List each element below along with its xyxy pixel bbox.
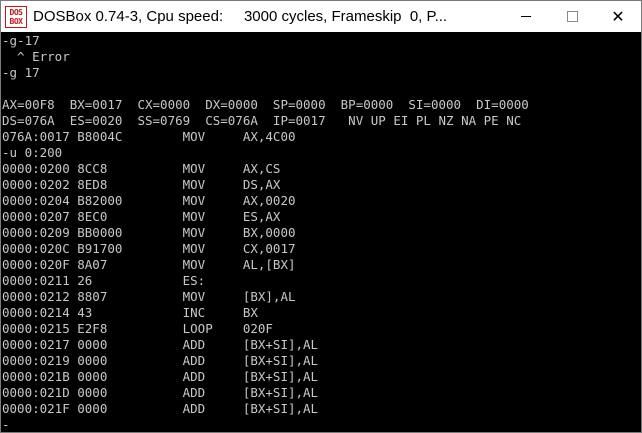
maximize-icon: [566, 11, 578, 22]
disassembly-line: 0000:020C B91700 MOV CX,0017: [2, 241, 296, 256]
disassembly-line: 0000:0202 8ED8 MOV DS,AX: [2, 177, 281, 192]
minimize-button[interactable]: [503, 1, 549, 32]
console-line: -g-17: [2, 33, 40, 48]
window-title: DOSBox 0.74-3, Cpu speed: 3000 cycles, F…: [33, 8, 448, 25]
title-bar[interactable]: DOS BOX DOSBox 0.74-3, Cpu speed: 3000 c…: [1, 1, 641, 32]
dosbox-app-icon[interactable]: DOS BOX: [5, 5, 27, 28]
disassembly-line: 0000:021B 0000 ADD [BX+SI],AL: [2, 369, 319, 384]
register-line-2: DS=076A ES=0020 SS=0769 CS=076A IP=0017 …: [2, 113, 522, 128]
console-line: -u 0:200: [2, 145, 63, 160]
disassembly-line: 0000:0207 8EC0 MOV ES,AX: [2, 209, 281, 224]
disassembly-line: 0000:0212 8807 MOV [BX],AL: [2, 289, 296, 304]
disassembly-line: 0000:0211 26 ES:: [2, 273, 206, 288]
console-line: ^ Error: [2, 49, 70, 64]
app-icon-text-bottom: BOX: [9, 16, 23, 26]
disassembly-line: 0000:021F 0000 ADD [BX+SI],AL: [2, 401, 319, 416]
close-icon: ✕: [611, 6, 625, 26]
disassembly-line: 0000:0214 43 INC BX: [2, 305, 258, 320]
minimize-icon: [521, 16, 531, 17]
dosbox-window: DOS BOX DOSBox 0.74-3, Cpu speed: 3000 c…: [0, 0, 642, 433]
disassembly-line: 0000:020F 8A07 MOV AL,[BX]: [2, 257, 296, 272]
app-icon-text-top: DOS: [9, 7, 23, 17]
disassembly-line: 0000:0209 BB0000 MOV BX,0000: [2, 225, 296, 240]
maximize-button[interactable]: [549, 1, 595, 32]
console-line: -g 17: [2, 65, 40, 80]
register-line-1: AX=00F8 BX=0017 CX=0000 DX=0000 SP=0000 …: [2, 97, 529, 112]
disassembly-line: 0000:0217 0000 ADD [BX+SI],AL: [2, 337, 319, 352]
disassembly-line: 0000:0204 B82000 MOV AX,0020: [2, 193, 296, 208]
dos-console[interactable]: -g-17 ^ Error -g 17 AX=00F8 BX=0017 CX=0…: [1, 32, 641, 432]
disassembly-line: 0000:021D 0000 ADD [BX+SI],AL: [2, 385, 319, 400]
console-line: 076A:0017 B8004C MOV AX,4C00: [2, 129, 296, 144]
close-button[interactable]: ✕: [595, 1, 641, 32]
disassembly-line: 0000:0215 E2F8 LOOP 020F: [2, 321, 273, 336]
disassembly-line: 0000:0219 0000 ADD [BX+SI],AL: [2, 353, 319, 368]
disassembly-line: 0000:0200 8CC8 MOV AX,CS: [2, 161, 281, 176]
command-prompt[interactable]: -: [2, 417, 641, 432]
